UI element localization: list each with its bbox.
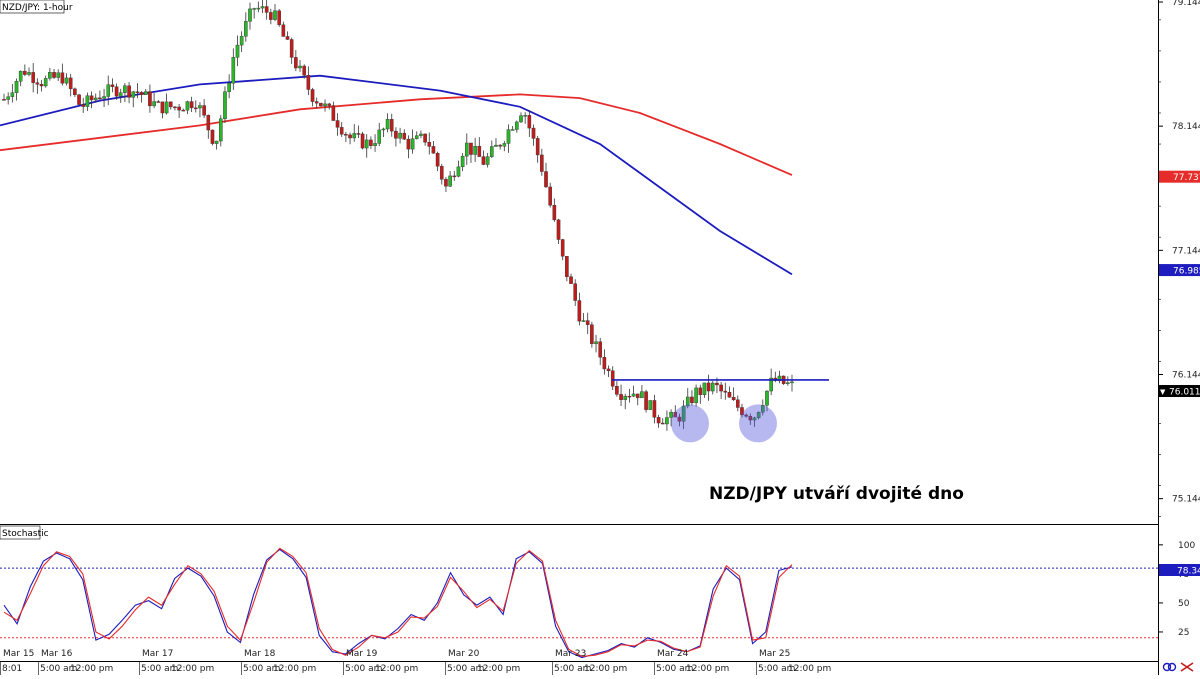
candle: [319, 102, 323, 107]
svg-text:76.985: 76.985: [1173, 267, 1200, 277]
candle: [77, 93, 81, 106]
candle: [277, 9, 281, 27]
candle: [590, 321, 594, 348]
time-label: 8:01: [2, 664, 22, 674]
time-label: 12:00 pm: [171, 664, 214, 674]
y-tick-label: 78.144: [1172, 122, 1200, 132]
svg-text:76.011: 76.011: [1169, 388, 1200, 398]
price-label: ▼ 76.011: [1159, 385, 1200, 398]
stochastic-value-label: 78.34: [1159, 564, 1200, 577]
candle: [648, 400, 653, 410]
time-label: 12:00 pm: [375, 664, 418, 674]
date-label: Mar 16: [41, 649, 73, 659]
date-label: Mar 15: [3, 649, 34, 659]
time-label: 12:00 pm: [686, 664, 729, 674]
y-tick-label: 76.144: [1172, 370, 1200, 380]
time-label: 12:00 pm: [788, 664, 831, 674]
time-label: 12:00 pm: [477, 664, 520, 674]
candle: [644, 389, 648, 413]
stochastic-title: Stochastic: [2, 529, 49, 539]
date-label: Mar 23: [555, 649, 586, 659]
time-label: 12:00 pm: [584, 664, 627, 674]
stochastic-tick-label: 25: [1178, 628, 1189, 638]
chart-title: NZD/JPY: 1-hour: [2, 3, 73, 13]
time-label: 12:00 pm: [273, 664, 316, 674]
y-tick-label: 79.144: [1172, 0, 1200, 8]
svg-text:77.737: 77.737: [1173, 173, 1200, 183]
chart-svg: 79.144 78.144 77.144 76.144 75.144 77.737 76.9…: [0, 0, 1200, 675]
candle: [360, 131, 365, 150]
forex-chart: 79.144 78.144 77.144 76.144 75.144 77.737 76.9…: [0, 0, 1200, 675]
candle: [223, 86, 227, 124]
stochastic-tick-label: 100: [1178, 541, 1195, 551]
stochastic-tick-label: 50: [1178, 599, 1190, 609]
svg-text:▼: ▼: [1160, 388, 1166, 396]
time-label: 12:00 pm: [70, 664, 113, 674]
price-label: 76.985: [1159, 264, 1200, 277]
double-bottom-marker: [671, 404, 709, 443]
date-label: Mar 20: [448, 649, 480, 659]
date-label: Mar 18: [244, 649, 276, 659]
y-tick-label: 75.144: [1172, 495, 1200, 505]
double-bottom-marker: [739, 404, 777, 443]
date-label: Mar 25: [759, 649, 790, 659]
date-label: Mar 17: [142, 649, 173, 659]
date-label: Mar 19: [346, 649, 378, 659]
y-tick-label: 77.144: [1172, 246, 1200, 256]
svg-text:78.34: 78.34: [1177, 567, 1200, 577]
price-label: 77.737: [1159, 170, 1200, 183]
pattern-annotation: NZD/JPY utváří dvojité dno: [709, 484, 964, 504]
candle: [210, 129, 215, 146]
date-label: Mar 24: [657, 649, 689, 659]
